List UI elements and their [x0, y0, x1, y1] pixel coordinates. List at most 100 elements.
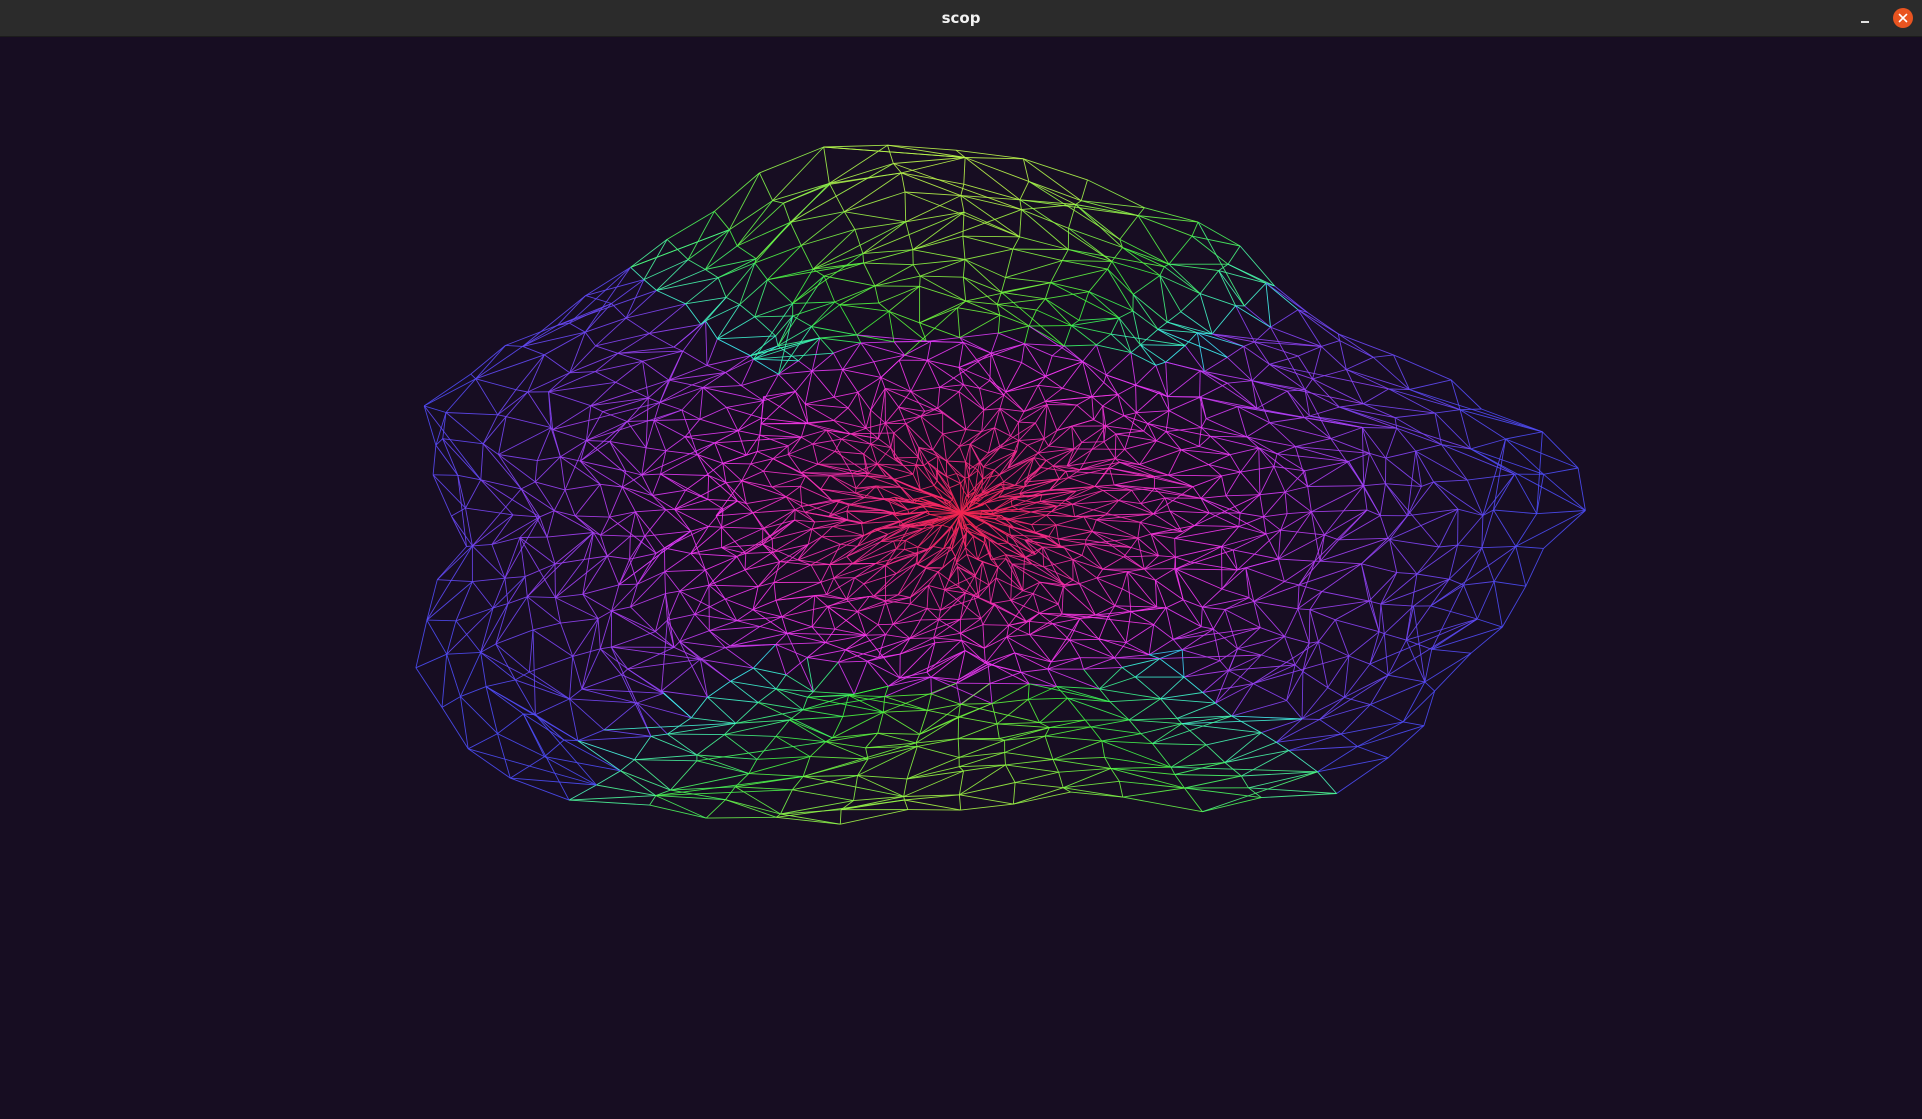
- mesh-edge: [1394, 412, 1436, 419]
- mesh-edge: [1311, 485, 1364, 513]
- mesh-edge: [627, 668, 664, 694]
- mesh-edge: [1101, 740, 1106, 758]
- mesh-edge: [644, 509, 667, 537]
- mesh-edge: [1013, 791, 1071, 805]
- mesh-edge: [441, 707, 469, 750]
- mesh-edge: [706, 338, 718, 366]
- mesh-edge: [984, 636, 1008, 649]
- mesh-edge: [433, 474, 458, 476]
- mesh-edge: [1045, 514, 1057, 526]
- mesh-edge: [736, 202, 784, 247]
- mesh-edge: [904, 191, 907, 222]
- mesh-edge: [569, 345, 596, 374]
- mesh-edge: [856, 334, 862, 344]
- mesh-edge: [544, 756, 597, 786]
- mesh-edge: [1076, 404, 1094, 421]
- minimize-button[interactable]: [1854, 8, 1876, 30]
- mesh-edge: [958, 662, 986, 680]
- mesh-edge: [1413, 606, 1426, 682]
- mesh-edge: [741, 480, 787, 498]
- mesh-edge: [1284, 491, 1288, 514]
- mesh-edge: [1063, 325, 1072, 347]
- mesh-edge: [1252, 641, 1319, 684]
- mesh-edge: [1481, 547, 1495, 582]
- mesh-edge: [536, 427, 552, 461]
- mesh-edge: [497, 414, 507, 418]
- mesh-edge: [833, 407, 849, 421]
- mesh-edge: [1319, 719, 1342, 735]
- mesh-edge: [1181, 723, 1207, 746]
- mesh-edge: [515, 671, 530, 681]
- mesh-edge: [959, 782, 1016, 796]
- mesh-edge: [825, 634, 866, 644]
- mesh-edge: [779, 544, 809, 563]
- mesh-edge: [745, 551, 773, 554]
- mesh-edge: [1205, 744, 1226, 763]
- mesh-edge: [599, 484, 610, 518]
- mesh-edge: [1199, 397, 1207, 419]
- mesh-edge: [1075, 200, 1082, 205]
- mesh-edge: [1005, 391, 1025, 412]
- mesh-edge: [820, 474, 831, 490]
- mesh-edge: [595, 345, 619, 354]
- mesh-edge: [1027, 699, 1040, 723]
- mesh-edge: [964, 157, 1021, 201]
- mesh-edge: [736, 620, 761, 627]
- close-button[interactable]: [1893, 8, 1913, 28]
- mesh-edge: [1082, 344, 1097, 362]
- mesh-edge: [1069, 639, 1081, 658]
- mesh-edge: [691, 717, 736, 724]
- mesh-edge: [1043, 559, 1073, 568]
- mesh-edge: [621, 470, 627, 488]
- mesh-edge: [1093, 405, 1104, 420]
- mesh-edge: [1184, 787, 1262, 799]
- mesh-edge: [1174, 538, 1176, 558]
- mesh-edge: [714, 172, 760, 212]
- mesh-edge: [877, 732, 917, 744]
- mesh-edge: [661, 620, 668, 692]
- mesh-edge: [1340, 733, 1358, 747]
- mesh-edge: [1028, 309, 1037, 327]
- mesh-edge: [641, 442, 715, 476]
- mesh-edge: [828, 504, 850, 517]
- mesh-edge: [1543, 510, 1586, 549]
- mesh-edge: [1202, 797, 1262, 813]
- mesh-edge: [1415, 450, 1468, 481]
- mesh-edge: [1052, 759, 1111, 769]
- mesh-edge: [1101, 740, 1153, 744]
- mesh-edge: [937, 567, 943, 573]
- mesh-edge: [630, 606, 656, 632]
- mesh-edge: [630, 593, 666, 608]
- mesh-edge: [1014, 771, 1059, 783]
- mesh-edge: [497, 733, 511, 779]
- mesh-edge: [1172, 639, 1183, 651]
- mesh-edge: [653, 420, 686, 438]
- window-titlebar[interactable]: scop: [0, 0, 1922, 37]
- mesh-edge: [960, 624, 984, 634]
- mesh-edge: [1577, 467, 1586, 511]
- mesh-edge: [1286, 390, 1305, 418]
- mesh-edge: [1182, 649, 1221, 662]
- mesh-edge: [964, 476, 969, 479]
- mesh-edge: [775, 600, 783, 617]
- mesh-edge: [840, 809, 908, 825]
- mesh-edge: [1251, 380, 1258, 409]
- mesh-edge: [526, 563, 556, 597]
- mesh-edge: [813, 691, 855, 695]
- mesh-edge: [1394, 417, 1398, 429]
- render-viewport[interactable]: [0, 37, 1922, 1119]
- mesh-edge: [1155, 361, 1166, 366]
- mesh-edge: [927, 524, 943, 550]
- mesh-edge: [1431, 648, 1472, 654]
- window-title: scop: [941, 9, 981, 27]
- mesh-edge: [426, 619, 448, 655]
- mesh-edge: [888, 285, 920, 312]
- mesh-edge: [1043, 438, 1049, 447]
- mesh-edge: [527, 391, 552, 428]
- mesh-edge: [757, 688, 777, 703]
- mesh-edge: [958, 343, 1025, 368]
- mesh-edge: [581, 688, 664, 694]
- mesh-edge: [627, 420, 655, 422]
- mesh-edge: [820, 582, 827, 595]
- mesh-edge: [564, 489, 576, 517]
